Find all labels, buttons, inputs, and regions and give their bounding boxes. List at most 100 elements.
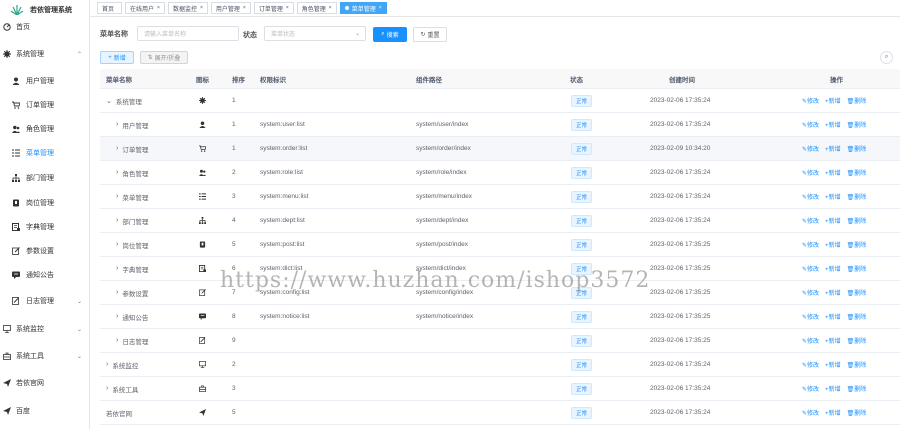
delete-button[interactable]: 🗑删除	[847, 168, 867, 177]
close-icon[interactable]: ×	[200, 5, 203, 11]
add-child-button[interactable]: +新增	[825, 288, 841, 297]
add-child-button[interactable]: +新增	[825, 192, 841, 201]
add-child-button[interactable]: +新增	[825, 408, 841, 417]
close-icon[interactable]: ×	[379, 5, 382, 11]
add-child-button[interactable]: +新增	[825, 144, 841, 153]
table-row: › 订单管理 1 system:order:list system/order/inde…	[100, 137, 900, 161]
add-button[interactable]: + 新增	[100, 51, 134, 64]
reset-button-label: 重置	[427, 33, 440, 39]
sidebar-item-0[interactable]: 首页	[0, 18, 90, 36]
expand-arrow-icon[interactable]: ›	[116, 313, 118, 320]
delete-button[interactable]: 🗑删除	[847, 408, 867, 417]
tab-0[interactable]: 首页	[97, 2, 123, 14]
tab-4[interactable]: 订单管理 ×	[253, 2, 294, 14]
edit-button[interactable]: ✎修改	[802, 264, 819, 273]
sidebar-item-1[interactable]: 系统管理 ⌃	[0, 45, 90, 63]
expand-arrow-icon[interactable]: ›	[116, 169, 118, 176]
search-toggle-button[interactable]: ⌕	[880, 51, 893, 64]
sidebar-item-13[interactable]: 系统工具 ⌄	[0, 347, 90, 365]
sidebar-item-14[interactable]: 若依官网	[0, 374, 90, 392]
sidebar-item-3[interactable]: 订单管理	[0, 96, 90, 114]
sidebar-item-8[interactable]: 字典管理	[0, 218, 90, 236]
edit-button[interactable]: ✎修改	[802, 384, 819, 393]
delete-button[interactable]: 🗑删除	[847, 240, 867, 249]
close-icon[interactable]: ×	[243, 5, 246, 11]
close-icon[interactable]: ×	[157, 5, 160, 11]
delete-button[interactable]: 🗑删除	[847, 144, 867, 153]
edit-button[interactable]: ✎修改	[802, 96, 819, 105]
add-child-button[interactable]: +新增	[825, 168, 841, 177]
tab-6[interactable]: 菜单管理 ×	[339, 2, 387, 14]
expand-toggle-button[interactable]: ⇅ 展开/折叠	[140, 51, 188, 64]
delete-button[interactable]: 🗑删除	[847, 336, 867, 345]
edit-button[interactable]: ✎修改	[802, 144, 819, 153]
delete-button[interactable]: 🗑删除	[847, 312, 867, 321]
add-child-button[interactable]: +新增	[825, 216, 841, 225]
edit-button[interactable]: ✎修改	[802, 312, 819, 321]
search-button[interactable]: ⌕ 搜索	[373, 27, 407, 42]
menu-name-input[interactable]: 请输入菜单名称	[137, 26, 239, 41]
edit-button[interactable]: ✎修改	[802, 336, 819, 345]
expand-arrow-icon[interactable]: ›	[116, 193, 118, 200]
sidebar-item-11[interactable]: 日志管理 ⌄	[0, 292, 90, 310]
sidebar-item-12[interactable]: 系统监控 ⌄	[0, 320, 90, 338]
sidebar-item-9[interactable]: 参数设置	[0, 242, 90, 260]
edit-button[interactable]: ✎修改	[802, 216, 819, 225]
log-icon	[199, 329, 206, 352]
delete-button[interactable]: 🗑删除	[847, 192, 867, 201]
add-child-button[interactable]: +新增	[825, 120, 841, 129]
expand-arrow-icon[interactable]: ›	[106, 385, 108, 392]
delete-button[interactable]: 🗑删除	[847, 384, 867, 393]
add-child-button[interactable]: +新增	[825, 336, 841, 345]
add-child-button[interactable]: +新增	[825, 264, 841, 273]
order-cell: 9	[232, 337, 236, 344]
tab-label: 数据监控	[172, 6, 197, 13]
add-child-button[interactable]: +新增	[825, 384, 841, 393]
close-icon[interactable]: ×	[329, 5, 332, 11]
status-select[interactable]: 菜单状态 ⌄	[264, 26, 366, 41]
expand-arrow-icon[interactable]: ›	[116, 145, 118, 152]
sidebar-item-5[interactable]: 菜单管理	[0, 144, 90, 162]
sidebar-item-7[interactable]: 岗位管理	[0, 194, 90, 212]
add-child-button[interactable]: +新增	[825, 312, 841, 321]
delete-button[interactable]: 🗑删除	[847, 288, 867, 297]
delete-button[interactable]: 🗑删除	[847, 264, 867, 273]
delete-button[interactable]: 🗑删除	[847, 120, 867, 129]
delete-button[interactable]: 🗑删除	[847, 360, 867, 369]
sidebar-item-10[interactable]: 通知公告	[0, 266, 90, 284]
perms-cell: system:notice:list	[260, 313, 310, 320]
tab-1[interactable]: 在线用户 ×	[125, 2, 165, 14]
expand-arrow-icon[interactable]: ⌄	[106, 97, 112, 105]
close-icon[interactable]: ×	[286, 5, 289, 11]
reset-button[interactable]: ↻ 重置	[413, 27, 447, 42]
expand-arrow-icon[interactable]: ›	[106, 361, 108, 368]
edit-button[interactable]: ✎修改	[802, 120, 819, 129]
edit-button[interactable]: ✎修改	[802, 240, 819, 249]
sidebar-item-6[interactable]: 部门管理	[0, 169, 90, 187]
tab-3[interactable]: 用户管理 ×	[210, 2, 251, 14]
edit-button[interactable]: ✎修改	[802, 360, 819, 369]
expand-arrow-icon[interactable]: ›	[116, 265, 118, 272]
app-logo[interactable]: 若依管理系统	[0, 0, 89, 20]
table-row: › 字典管理 6 system:dict:list system/dict/index 正…	[100, 257, 900, 281]
expand-arrow-icon[interactable]: ›	[116, 241, 118, 248]
add-child-button[interactable]: +新增	[825, 360, 841, 369]
add-child-button[interactable]: +新增	[825, 96, 841, 105]
edit-button[interactable]: ✎修改	[802, 168, 819, 177]
expand-arrow-icon[interactable]: ›	[116, 217, 118, 224]
edit-button[interactable]: ✎修改	[802, 192, 819, 201]
add-child-button[interactable]: +新增	[825, 240, 841, 249]
delete-button[interactable]: 🗑删除	[847, 96, 867, 105]
perms-cell: system:dept:list	[260, 217, 305, 224]
sidebar-item-2[interactable]: 用户管理	[0, 72, 90, 90]
expand-arrow-icon[interactable]: ›	[116, 337, 118, 344]
sidebar-item-15[interactable]: 百度	[0, 402, 90, 420]
edit-button[interactable]: ✎修改	[802, 408, 819, 417]
edit-button[interactable]: ✎修改	[802, 288, 819, 297]
tab-5[interactable]: 角色管理 ×	[296, 2, 337, 14]
tab-2[interactable]: 数据监控 ×	[167, 2, 208, 14]
sidebar-item-4[interactable]: 角色管理	[0, 120, 90, 138]
expand-arrow-icon[interactable]: ›	[116, 289, 118, 296]
expand-arrow-icon[interactable]: ›	[116, 121, 118, 128]
delete-button[interactable]: 🗑删除	[847, 216, 867, 225]
